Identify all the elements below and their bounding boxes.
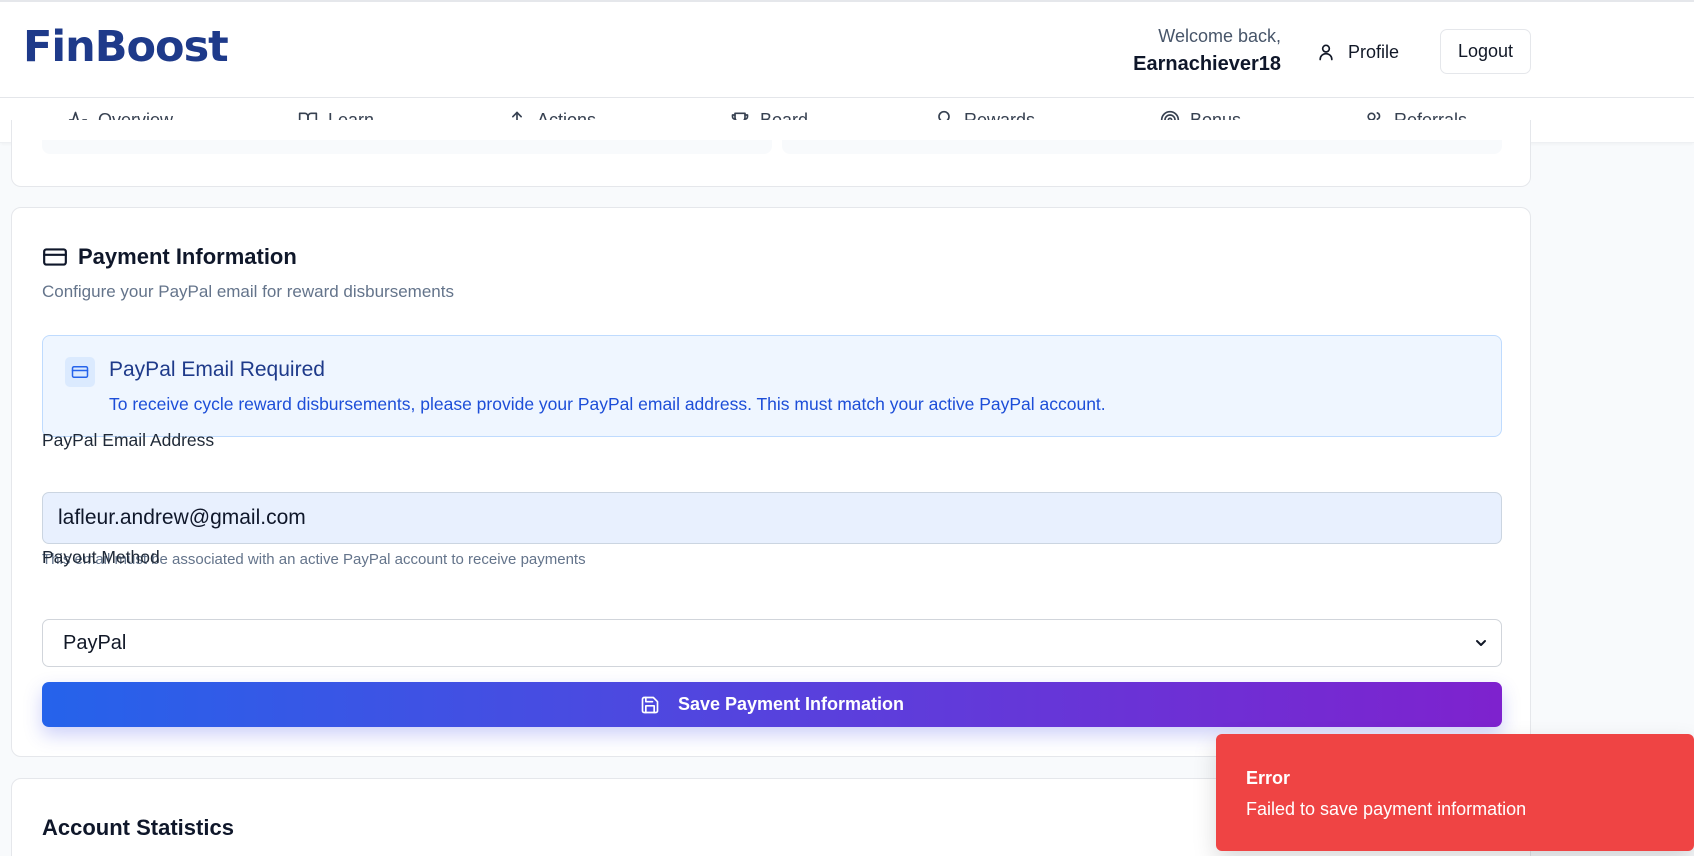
save-button-label: Save Payment Information <box>677 694 905 714</box>
payout-selected-value: PayPal <box>63 631 127 654</box>
welcome-block: Welcome back, Earnachiever18 <box>1133 24 1281 78</box>
payout-method-select[interactable]: PayPal <box>42 619 1502 667</box>
payment-title-text: Payment Information <box>78 244 297 269</box>
alert-credit-card-icon <box>65 357 95 387</box>
toast-title: Error <box>1246 768 1291 788</box>
payment-information-card: Payment Information Configure your PayPa… <box>11 207 1531 757</box>
paypal-required-alert: PayPal Email Required To receive cycle r… <box>42 335 1502 437</box>
finboost-logo[interactable]: FinBoost <box>23 22 229 72</box>
account-statistics-title: Account Statistics <box>42 815 234 840</box>
error-toast[interactable]: Error Failed to save payment information <box>1216 734 1694 851</box>
paypal-email-input[interactable] <box>42 492 1502 544</box>
username: Earnachiever18 <box>1133 53 1281 75</box>
profile-label: Profile <box>1348 41 1400 62</box>
save-icon <box>641 696 659 713</box>
chevron-down-icon <box>1476 640 1486 646</box>
alert-text: To receive cycle reward disbursements, p… <box>109 394 1106 414</box>
payment-card-title: Payment Information <box>42 244 297 270</box>
previous-card-bottom <box>11 120 1531 187</box>
user-icon <box>1319 44 1333 61</box>
payout-method-label: Payout Method <box>42 547 160 567</box>
email-label: PayPal Email Address <box>42 430 215 450</box>
credit-card-icon <box>43 248 67 266</box>
toast-message: Failed to save payment information <box>1246 799 1527 819</box>
previous-card-panel <box>782 140 1502 154</box>
save-payment-button[interactable]: Save Payment Information <box>42 682 1502 727</box>
welcome-label: Welcome back, <box>1158 26 1281 46</box>
alert-title: PayPal Email Required <box>109 358 325 381</box>
app-header: FinBoost Welcome back, Earnachiever18 Pr… <box>0 2 1694 98</box>
profile-button[interactable]: Profile <box>1310 32 1405 72</box>
previous-card-panel <box>42 140 772 154</box>
payment-description: Configure your PayPal email for reward d… <box>42 282 454 301</box>
logout-button[interactable]: Logout <box>1440 29 1531 74</box>
